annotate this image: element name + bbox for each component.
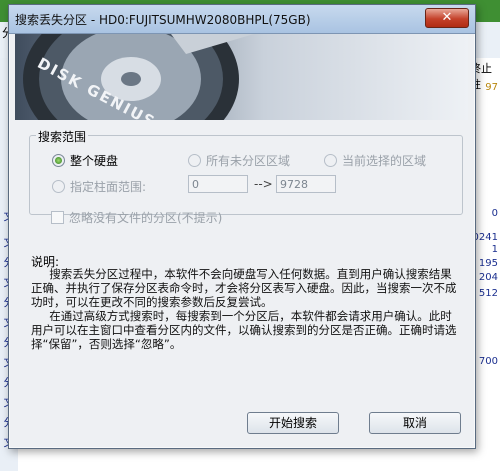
radio-indicator bbox=[52, 180, 65, 193]
cancel-button[interactable]: 取消 bbox=[369, 412, 461, 434]
start-search-button[interactable]: 开始搜索 bbox=[247, 412, 339, 434]
radio-unallocated[interactable]: 所有未分区区域 bbox=[188, 152, 290, 169]
background-cell: 1 bbox=[491, 244, 498, 255]
close-button[interactable]: ✕ bbox=[425, 8, 469, 28]
radio-indicator bbox=[324, 154, 337, 167]
dialog-titlebar[interactable]: 搜索丢失分区 - HD0:FUJITSUMHW2080BHPL(75GB) ✕ bbox=[9, 5, 475, 34]
background-cell: 0241 bbox=[472, 232, 498, 243]
background-cell: 195 bbox=[478, 258, 498, 269]
dialog-title: 搜索丢失分区 - HD0:FUJITSUMHW2080BHPL(75GB) bbox=[15, 13, 311, 27]
radio-cylinder-range-label: 指定柱面范围: bbox=[70, 180, 147, 194]
radio-unallocated-label: 所有未分区区域 bbox=[206, 154, 291, 168]
background-cell: 700 bbox=[478, 356, 498, 367]
ignore-empty-partition-checkbox[interactable]: 忽略没有文件的分区(不提示) bbox=[51, 209, 222, 226]
radio-cylinder-range[interactable]: 指定柱面范围: bbox=[52, 178, 146, 195]
background-cell: 97 bbox=[485, 82, 498, 93]
range-start-input[interactable]: 0 bbox=[188, 175, 248, 193]
radio-whole-disk[interactable]: 整个硬盘 bbox=[52, 152, 118, 169]
ignore-empty-partition-label: 忽略没有文件的分区(不提示) bbox=[69, 211, 223, 225]
radio-current-region-label: 当前选择的区域 bbox=[342, 154, 427, 168]
radio-indicator bbox=[52, 154, 65, 167]
search-scope-label: 搜索范围 bbox=[36, 128, 89, 145]
search-lost-partition-dialog: 搜索丢失分区 - HD0:FUJITSUMHW2080BHPL(75GB) ✕ … bbox=[8, 4, 476, 449]
description-text: 搜索丢失分区过程中，本软件不会向硬盘写入任何数据。直到用户确认搜索结果正确、并执… bbox=[31, 267, 457, 351]
disk-genius-banner: DISK GENIUS bbox=[15, 34, 468, 120]
range-arrow: --> bbox=[254, 177, 273, 191]
background-cell: 204 bbox=[478, 272, 498, 283]
range-end-input[interactable]: 9728 bbox=[276, 175, 336, 193]
checkbox-box bbox=[51, 211, 64, 224]
background-cell: 0 bbox=[491, 208, 498, 219]
radio-whole-disk-label: 整个硬盘 bbox=[70, 154, 119, 168]
search-scope-group: 搜索范围 整个硬盘 所有未分区区域 当前选择的区域 指定柱面范围: 0 --> … bbox=[29, 128, 463, 215]
background-cell: 512 bbox=[478, 288, 498, 299]
radio-current-region[interactable]: 当前选择的区域 bbox=[324, 152, 426, 169]
radio-indicator bbox=[188, 154, 201, 167]
